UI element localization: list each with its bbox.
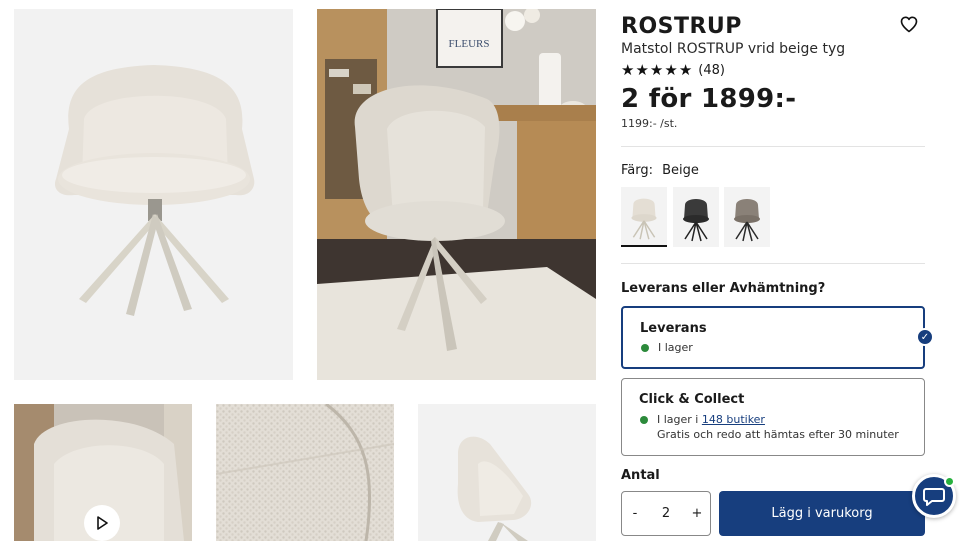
rating[interactable]: ★ ★ ★ ★ ★ (48) bbox=[621, 63, 725, 79]
poster-text: FLEURS bbox=[449, 38, 490, 50]
divider bbox=[621, 146, 925, 147]
thumbnail-side[interactable] bbox=[418, 404, 596, 541]
quantity-value[interactable]: 2 bbox=[651, 506, 681, 521]
star-icon: ★ bbox=[664, 61, 678, 79]
swatch-grey[interactable] bbox=[724, 187, 770, 247]
heart-icon bbox=[900, 16, 918, 33]
favorite-button[interactable] bbox=[899, 14, 919, 34]
store-stock-line: I lager i 148 butiker bbox=[657, 413, 765, 426]
beige-chair-icon bbox=[621, 187, 667, 245]
unit-price: 1199:- /st. bbox=[621, 117, 678, 130]
fabric-closeup-image bbox=[216, 404, 394, 541]
chair-side-image bbox=[418, 404, 596, 541]
grey-chair-icon bbox=[724, 187, 770, 247]
chair-lifestyle-image: FLEURS bbox=[317, 9, 596, 380]
delivery-option-leverans[interactable]: Leverans I lager bbox=[621, 306, 925, 369]
quantity-stepper[interactable]: - 2 + bbox=[621, 491, 711, 536]
selected-check-icon: ✓ bbox=[916, 328, 934, 346]
stock-prefix: I lager i bbox=[657, 413, 699, 426]
star-icon: ★ bbox=[649, 61, 664, 79]
product-title: ROSTRUP bbox=[621, 14, 742, 39]
pickup-note: Gratis och redo att hämtas efter 30 minu… bbox=[657, 428, 899, 441]
swatch-beige[interactable] bbox=[621, 187, 667, 247]
play-icon bbox=[97, 516, 108, 530]
chat-bubble-icon bbox=[923, 488, 945, 506]
stock-status: I lager bbox=[658, 341, 693, 354]
stock-dot-icon bbox=[640, 416, 648, 424]
color-selection-label: Färg: Beige bbox=[621, 163, 699, 178]
divider bbox=[621, 263, 925, 264]
stores-link[interactable]: 148 butiker bbox=[702, 413, 765, 426]
chair-front-image bbox=[14, 9, 293, 380]
thumbnail-fabric[interactable] bbox=[216, 404, 394, 541]
black-chair-icon bbox=[673, 187, 719, 247]
online-status-icon bbox=[944, 476, 955, 487]
star-icon: ★ bbox=[678, 61, 693, 79]
increment-button[interactable]: + bbox=[690, 506, 704, 521]
price: 2 för 1899:- bbox=[621, 84, 797, 114]
rating-stars: ★ ★ ★ ★ ★ bbox=[621, 63, 692, 78]
quantity-label: Antal bbox=[621, 468, 660, 483]
star-icon: ★ bbox=[621, 61, 635, 79]
product-subtitle: Matstol ROSTRUP vrid beige tyg bbox=[621, 41, 846, 57]
add-to-cart-button[interactable]: Lägg i varukorg bbox=[719, 491, 925, 536]
swatch-black[interactable] bbox=[673, 187, 719, 247]
star-icon: ★ bbox=[635, 61, 649, 79]
color-selected: Beige bbox=[662, 163, 699, 178]
product-image-main[interactable] bbox=[14, 9, 293, 380]
delivery-question: Leverans eller Avhämtning? bbox=[621, 281, 826, 296]
play-button[interactable] bbox=[84, 505, 120, 541]
delivery-option-title: Click & Collect bbox=[639, 392, 745, 407]
product-image-lifestyle[interactable]: FLEURS bbox=[317, 9, 596, 380]
color-label: Färg: bbox=[621, 163, 653, 178]
rating-count: (48) bbox=[698, 63, 725, 78]
stock-dot-icon bbox=[641, 344, 649, 352]
delivery-option-click-collect[interactable]: Click & Collect I lager i 148 butiker Gr… bbox=[621, 378, 925, 456]
delivery-option-title: Leverans bbox=[640, 321, 707, 336]
decrement-button[interactable]: - bbox=[628, 506, 642, 521]
